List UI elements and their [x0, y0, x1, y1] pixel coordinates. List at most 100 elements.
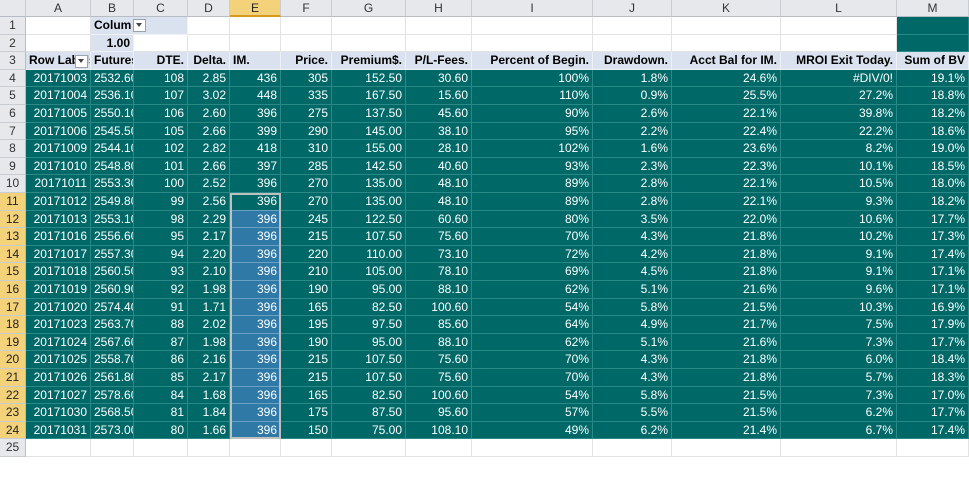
data-cell[interactable]: 399	[230, 122, 281, 141]
data-cell[interactable]: 30.60	[406, 69, 472, 88]
data-cell[interactable]: 82.50	[332, 386, 406, 405]
column-title-7[interactable]: P/L-Fees.	[406, 52, 472, 70]
row-label[interactable]: 20171011	[26, 175, 91, 193]
row-header-11[interactable]: 11	[0, 193, 26, 211]
data-cell[interactable]: 2561.80	[91, 369, 134, 387]
data-cell[interactable]: 195	[281, 316, 332, 334]
data-cell[interactable]: 21.5%	[672, 298, 781, 317]
data-cell[interactable]: 2573.00	[91, 421, 134, 440]
data-cell[interactable]: 6.0%	[781, 351, 897, 369]
data-cell[interactable]: 100	[134, 175, 188, 193]
data-cell[interactable]: 78.10	[406, 263, 472, 281]
data-cell[interactable]: 22.1%	[672, 105, 781, 123]
data-cell[interactable]: 17.1%	[897, 281, 969, 299]
cell-r25-c7[interactable]	[332, 439, 406, 457]
row-label[interactable]: 20171024	[26, 333, 91, 352]
data-cell[interactable]: 95.60	[406, 404, 472, 422]
data-cell[interactable]: 75.00	[332, 421, 406, 440]
data-cell[interactable]: 1.68	[188, 386, 230, 405]
cell-r1-c5[interactable]	[230, 17, 281, 35]
data-cell[interactable]: 396	[230, 386, 281, 405]
data-cell[interactable]: 3.5%	[593, 210, 672, 229]
data-cell[interactable]: 397	[230, 157, 281, 176]
data-cell[interactable]: 155.00	[332, 140, 406, 158]
data-cell[interactable]: 10.3%	[781, 298, 897, 317]
data-cell[interactable]: 95.00	[332, 281, 406, 299]
data-cell[interactable]: 17.9%	[897, 316, 969, 334]
column-title-12[interactable]: Sum of BV	[897, 52, 969, 70]
data-cell[interactable]: 108.10	[406, 421, 472, 440]
row-header-23[interactable]: 23	[0, 404, 26, 422]
row-label[interactable]: 20171020	[26, 298, 91, 317]
data-cell[interactable]: 17.4%	[897, 245, 969, 264]
data-cell[interactable]: 21.6%	[672, 333, 781, 352]
row-header-15[interactable]: 15	[0, 263, 26, 281]
data-cell[interactable]: 39.8%	[781, 105, 897, 123]
row-label[interactable]: 20171016	[26, 228, 91, 246]
cell-r1-c7[interactable]	[332, 17, 406, 35]
data-cell[interactable]: 2553.10	[91, 210, 134, 229]
data-cell[interactable]: 80%	[472, 210, 593, 229]
row-header-13[interactable]: 13	[0, 228, 26, 246]
cell-r2-c10[interactable]	[593, 34, 672, 53]
cell-r2-c7[interactable]	[332, 34, 406, 53]
row-header-19[interactable]: 19	[0, 333, 26, 352]
data-cell[interactable]: 2.02	[188, 316, 230, 334]
data-cell[interactable]: 106	[134, 105, 188, 123]
data-cell[interactable]: 396	[230, 210, 281, 229]
data-cell[interactable]: 45.60	[406, 105, 472, 123]
data-cell[interactable]: 5.1%	[593, 281, 672, 299]
row-label[interactable]: 20171017	[26, 245, 91, 264]
data-cell[interactable]: 285	[281, 157, 332, 176]
cell-r1-c10[interactable]	[593, 17, 672, 35]
data-cell[interactable]: 100%	[472, 69, 593, 88]
data-cell[interactable]: 275	[281, 105, 332, 123]
data-cell[interactable]: 2.16	[188, 351, 230, 369]
data-cell[interactable]: 396	[230, 281, 281, 299]
data-cell[interactable]: 2560.50	[91, 263, 134, 281]
cell-r25-c11[interactable]	[672, 439, 781, 457]
data-cell[interactable]: 5.1%	[593, 333, 672, 352]
data-cell[interactable]: 87	[134, 333, 188, 352]
cell-r2-c13[interactable]	[897, 34, 969, 53]
data-cell[interactable]: 85	[134, 369, 188, 387]
row-label[interactable]: 20171026	[26, 369, 91, 387]
column-header-c[interactable]: C	[134, 0, 188, 17]
data-cell[interactable]: 69%	[472, 263, 593, 281]
data-cell[interactable]: 396	[230, 421, 281, 440]
data-cell[interactable]: 49%	[472, 421, 593, 440]
data-cell[interactable]: 305	[281, 69, 332, 88]
cell-r2-c8[interactable]	[406, 34, 472, 53]
cell-r25-c9[interactable]	[472, 439, 593, 457]
data-cell[interactable]: 18.0%	[897, 175, 969, 193]
data-cell[interactable]: 89%	[472, 175, 593, 193]
data-cell[interactable]: 190	[281, 281, 332, 299]
column-header-k[interactable]: K	[672, 0, 781, 17]
data-cell[interactable]: 2.2%	[593, 122, 672, 141]
cell-r1-c9[interactable]	[472, 17, 593, 35]
data-cell[interactable]: 2536.10	[91, 87, 134, 105]
data-cell[interactable]: 396	[230, 369, 281, 387]
cell-r2-c11[interactable]	[672, 34, 781, 53]
data-cell[interactable]: 23.6%	[672, 140, 781, 158]
row-header-7[interactable]: 7	[0, 122, 26, 141]
data-cell[interactable]: 97.50	[332, 316, 406, 334]
data-cell[interactable]: 84	[134, 386, 188, 405]
row-label[interactable]: 20171013	[26, 210, 91, 229]
data-cell[interactable]: 21.8%	[672, 369, 781, 387]
data-cell[interactable]: 60.60	[406, 210, 472, 229]
cell-r25-c3[interactable]	[134, 439, 188, 457]
row-header-10[interactable]: 10	[0, 175, 26, 193]
data-cell[interactable]: 17.7%	[897, 404, 969, 422]
data-cell[interactable]: 137.50	[332, 105, 406, 123]
data-cell[interactable]: 18.2%	[897, 105, 969, 123]
row-header-14[interactable]: 14	[0, 245, 26, 264]
data-cell[interactable]: 2560.90	[91, 281, 134, 299]
data-cell[interactable]: 215	[281, 351, 332, 369]
data-cell[interactable]: 88.10	[406, 333, 472, 352]
row-header-1[interactable]: 1	[0, 17, 26, 35]
data-cell[interactable]: 17.7%	[897, 333, 969, 352]
row-label[interactable]: 20171012	[26, 193, 91, 211]
data-cell[interactable]: 4.3%	[593, 369, 672, 387]
cell-r25-c13[interactable]	[897, 439, 969, 457]
